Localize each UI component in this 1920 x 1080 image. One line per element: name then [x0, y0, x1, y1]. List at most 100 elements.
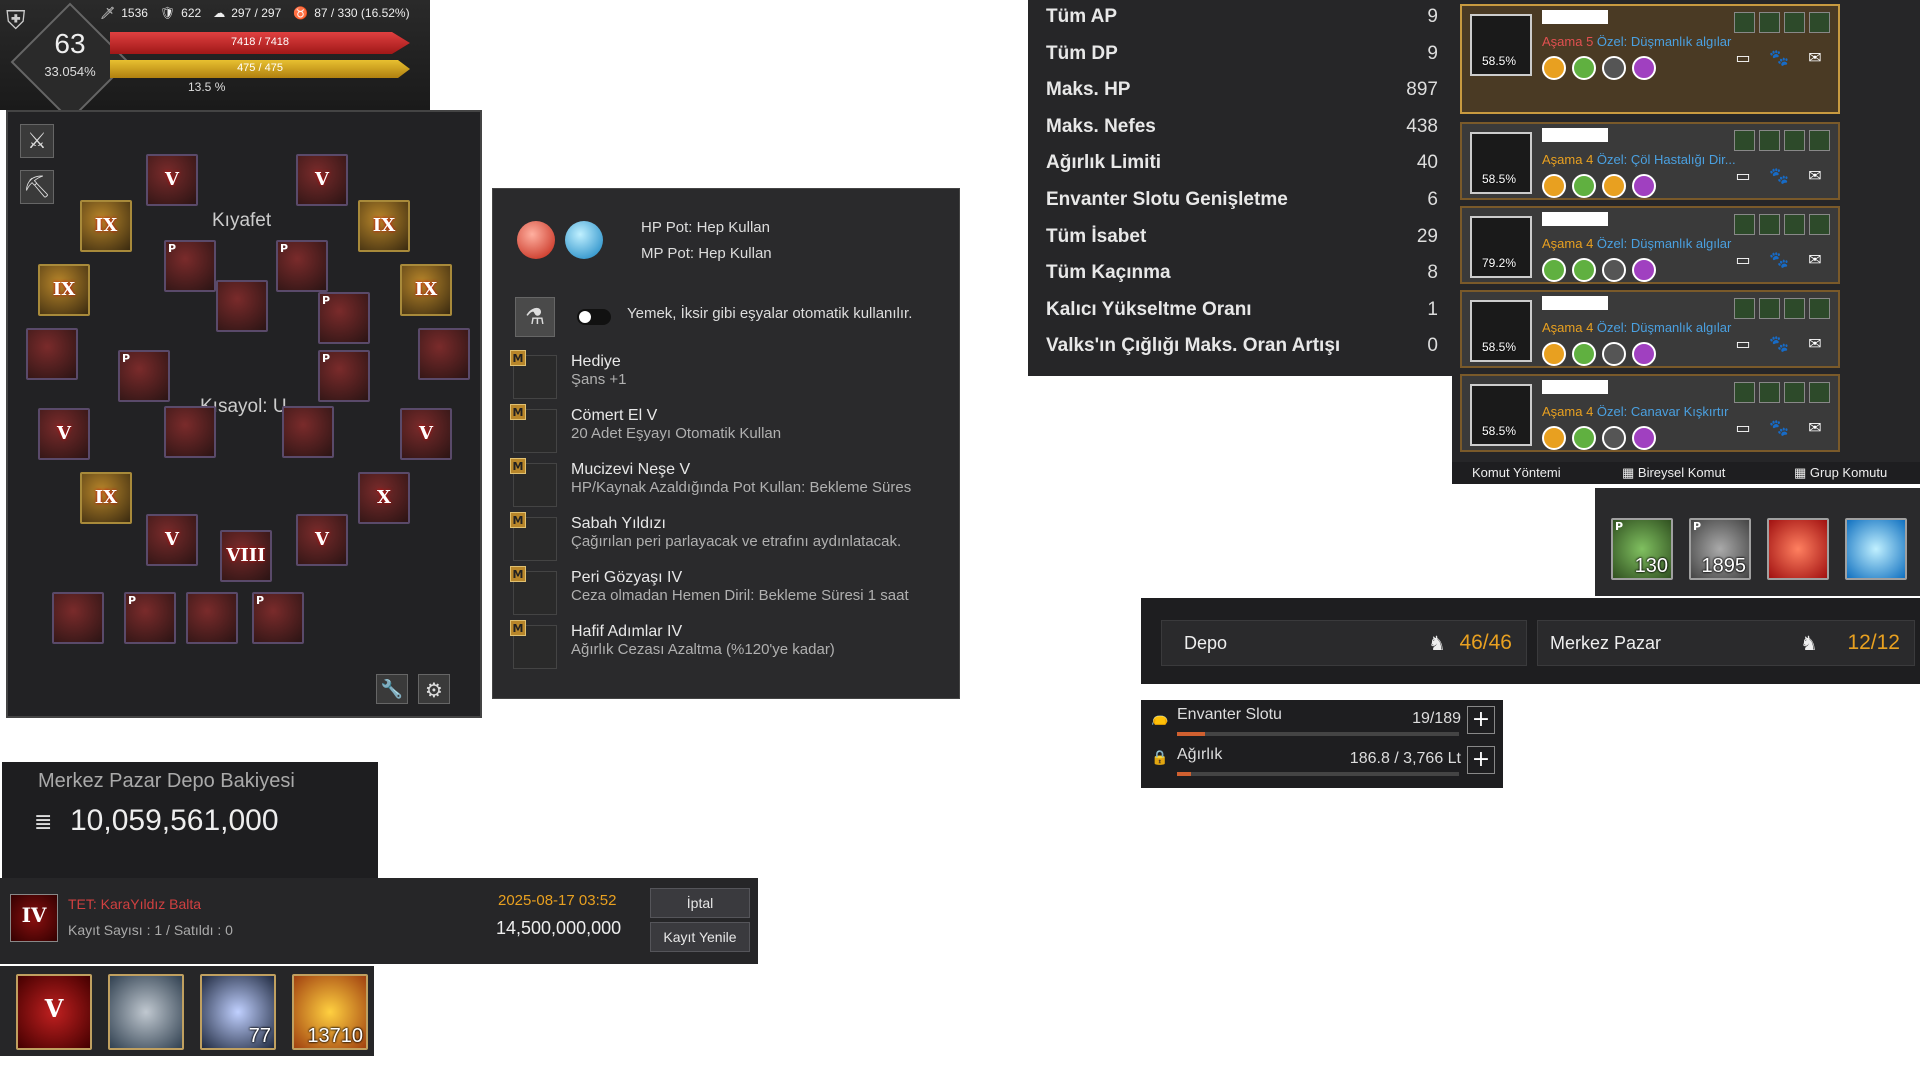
quick-slot[interactable]: 77 [200, 974, 276, 1050]
inventory-slot-bar [1177, 732, 1459, 736]
unseal-icon[interactable]: ✉ [1800, 164, 1830, 188]
quick-slot[interactable]: 13710 [292, 974, 368, 1050]
cancel-button[interactable]: İptal [650, 888, 750, 918]
enhance-level: V [419, 423, 433, 444]
stat-strip: 🗡 1536 🛡 622 ☁ 297 / 297 ♉ 87 / 330 (16.52%) [100, 6, 410, 20]
pet-card[interactable]: 58.5% Aşama 4 Özel: Canavar Kışkırtır ▭ 🐾 ✉ [1460, 374, 1840, 452]
skill-desc: Ağırlık Cezası Azaltma (%120'ye kadar) [571, 641, 835, 658]
equipment-slot[interactable]: P [318, 350, 370, 402]
pet-card[interactable]: 79.2% Aşama 4 Özel: Düşmanlık algılar ▭ 🐾 ✉ [1460, 206, 1840, 284]
equipment-slot[interactable] [26, 328, 78, 380]
depot-value: 46/46 [1459, 631, 1512, 654]
m-badge: M [510, 458, 526, 474]
equipment-slot[interactable]: IX [80, 200, 132, 252]
enhance-level: V [165, 169, 179, 190]
pet-actions: ▭ 🐾 ✉ [1728, 332, 1830, 356]
unseal-icon[interactable]: ✉ [1800, 46, 1830, 70]
equipment-slot[interactable]: P [118, 350, 170, 402]
quick-slot[interactable]: V [16, 974, 92, 1050]
equipment-slot[interactable]: IX [400, 264, 452, 316]
listing-item-tag: IV [21, 903, 47, 927]
feed-icon[interactable]: ▭ [1728, 416, 1758, 440]
unseal-icon[interactable]: ✉ [1800, 332, 1830, 356]
skill-title: Peri Gözyaşı IV [571, 569, 683, 586]
equipment-slot[interactable]: V [146, 514, 198, 566]
equipment-slot[interactable]: P [124, 592, 176, 644]
equipment-slot[interactable]: P [252, 592, 304, 644]
paw-icon[interactable]: 🐾 [1764, 332, 1794, 356]
equipment-slot[interactable]: V [296, 154, 348, 206]
pet-skill-icon [1784, 298, 1805, 319]
skill-icon: M [510, 620, 557, 669]
expand-weight-button[interactable]: + [1467, 746, 1495, 774]
equipment-slot[interactable]: VIII [220, 530, 272, 582]
equipment-slot[interactable]: P [318, 292, 370, 344]
m-badge: M [510, 566, 526, 582]
feed-icon[interactable]: ▭ [1728, 46, 1758, 70]
equipment-slot[interactable]: P [164, 240, 216, 292]
quick-slot[interactable]: P 1895 [1689, 518, 1751, 580]
pickaxe-icon[interactable]: ⛏ [20, 170, 54, 204]
equipment-slot[interactable]: P [276, 240, 328, 292]
paw-icon[interactable]: 🐾 [1764, 248, 1794, 272]
weight-icon: 🔒 [1151, 750, 1169, 766]
toggle-knob [579, 311, 591, 323]
unseal-icon[interactable]: ✉ [1800, 416, 1830, 440]
pet-card[interactable]: 58.5% Aşama 5 Özel: Düşmanlık algılar ▭ 🐾 ✉ [1460, 4, 1840, 114]
pet-stage: Aşama 4 Özel: Düşmanlık algılar [1542, 320, 1731, 335]
renew-listing-button[interactable]: Kayıt Yenile [650, 922, 750, 952]
equipment-slot[interactable]: V [146, 154, 198, 206]
pet-portrait: 58.5% [1470, 300, 1532, 362]
crossed-swords-icon[interactable]: ⚔ [20, 124, 54, 158]
equipment-slot[interactable] [164, 406, 216, 458]
pet-skill-icons [1734, 382, 1830, 403]
equipment-slot[interactable] [52, 592, 104, 644]
stat-label: Tüm AP [1046, 6, 1118, 27]
quick-slot[interactable]: P 130 [1611, 518, 1673, 580]
equipment-slot[interactable] [186, 592, 238, 644]
pet-card[interactable]: 58.5% Aşama 4 Özel: Düşmanlık algılar ▭ 🐾 ✉ [1460, 290, 1840, 368]
hp-potion-icon[interactable] [517, 221, 555, 259]
quick-slot[interactable] [1845, 518, 1907, 580]
market-box[interactable]: Merkez Pazar ♞ 12/12 [1537, 620, 1915, 666]
depot-box[interactable]: Depo ♞ 46/46 [1161, 620, 1527, 666]
mp-potion-icon[interactable] [565, 221, 603, 259]
equipment-slot[interactable]: V [38, 408, 90, 460]
paw-icon[interactable]: 🐾 [1764, 46, 1794, 70]
expand-slot-button[interactable]: + [1467, 706, 1495, 734]
item-quantity: 130 [1634, 555, 1668, 577]
slot-tag: P [256, 594, 265, 607]
equipment-slot[interactable]: X [358, 472, 410, 524]
quick-slot[interactable] [108, 974, 184, 1050]
enhance-level: V [165, 529, 179, 550]
equipment-slot[interactable]: IX [358, 200, 410, 252]
feed-icon[interactable]: ▭ [1728, 164, 1758, 188]
equipment-slot[interactable]: IX [80, 472, 132, 524]
command-mode-label: Komut Yöntemi [1472, 465, 1561, 480]
pet-card[interactable]: 58.5% Aşama 4 Özel: Çöl Hastalığı Dir... ▭… [1460, 122, 1840, 200]
equipment-slot[interactable]: V [400, 408, 452, 460]
equipment-slot[interactable] [282, 406, 334, 458]
quick-slot[interactable] [1767, 518, 1829, 580]
inventory-slot-bar-fill [1177, 732, 1206, 736]
dp-icon: 🛡 [159, 6, 176, 20]
equipment-slot[interactable]: V [296, 514, 348, 566]
paw-icon[interactable]: 🐾 [1764, 164, 1794, 188]
gear-icon[interactable]: ⚙ [418, 674, 450, 704]
unseal-icon[interactable]: ✉ [1800, 248, 1830, 272]
paw-icon[interactable]: 🐾 [1764, 416, 1794, 440]
pet-skill-panel: HP Pot: Hep Kullan MP Pot: Hep Kullan ⚗ … [492, 188, 960, 699]
feed-icon[interactable]: ▭ [1728, 332, 1758, 356]
pet-trait-icon [1632, 342, 1656, 366]
group-command-button[interactable]: ▦ Grup Komutu [1794, 465, 1887, 481]
auto-use-toggle[interactable] [577, 309, 611, 325]
repair-icon[interactable]: 🔧 [376, 674, 408, 704]
equipment-slot[interactable] [216, 280, 268, 332]
pet-trait-icon [1542, 56, 1566, 80]
equipment-slot[interactable] [418, 328, 470, 380]
individual-command-button[interactable]: ▦ Bireysel Komut [1622, 465, 1725, 481]
equipment-slot[interactable]: IX [38, 264, 90, 316]
feed-icon[interactable]: ▭ [1728, 248, 1758, 272]
pet-name-redacted [1542, 212, 1608, 226]
skill-title: Mucizevi Neşe V [571, 461, 691, 478]
